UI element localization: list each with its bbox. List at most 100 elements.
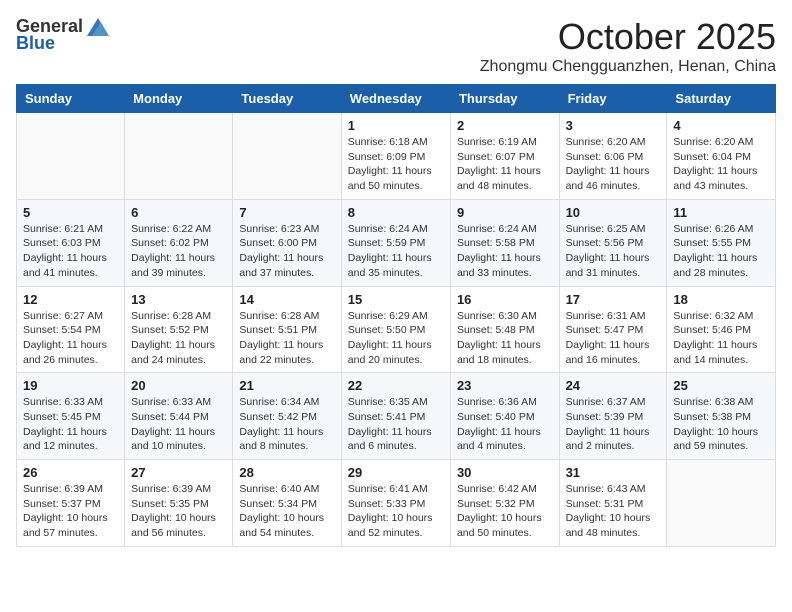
calendar-day-9: 9 Sunrise: 6:24 AM Sunset: 5:58 PM Daylig…	[450, 199, 559, 286]
day-info: Sunrise: 6:32 AM Sunset: 5:46 PM Dayligh…	[673, 309, 769, 368]
day-info: Sunrise: 6:24 AM Sunset: 5:59 PM Dayligh…	[348, 222, 444, 281]
day-number: 5	[23, 205, 118, 220]
day-info: Sunrise: 6:38 AM Sunset: 5:38 PM Dayligh…	[673, 395, 769, 454]
day-number: 14	[239, 292, 334, 307]
day-number: 28	[239, 465, 334, 480]
calendar-day-12: 12 Sunrise: 6:27 AM Sunset: 5:54 PM Dayli…	[17, 286, 125, 373]
day-info: Sunrise: 6:33 AM Sunset: 5:45 PM Dayligh…	[23, 395, 118, 454]
calendar-week-row: 26Sunrise: 6:39 AM Sunset: 5:37 PM Dayli…	[17, 460, 776, 547]
calendar-day-26: 26Sunrise: 6:39 AM Sunset: 5:37 PM Dayli…	[17, 460, 125, 547]
calendar-day-13: 13 Sunrise: 6:28 AM Sunset: 5:52 PM Dayli…	[125, 286, 233, 373]
day-number: 18	[673, 292, 769, 307]
title-section: October 2025 Zhongmu Chengguanzhen, Hena…	[480, 16, 776, 76]
day-number: 31	[566, 465, 661, 480]
calendar-empty-cell	[667, 460, 776, 547]
day-number: 30	[457, 465, 553, 480]
calendar-day-29: 29Sunrise: 6:41 AM Sunset: 5:33 PM Dayli…	[341, 460, 450, 547]
day-number: 21	[239, 378, 334, 393]
day-number: 17	[566, 292, 661, 307]
calendar-day-15: 15Sunrise: 6:29 AM Sunset: 5:50 PM Dayli…	[341, 286, 450, 373]
calendar-day-11: 11 Sunrise: 6:26 AM Sunset: 5:55 PM Dayli…	[667, 199, 776, 286]
day-number: 12	[23, 292, 118, 307]
calendar-week-row: 1Sunrise: 6:18 AM Sunset: 6:09 PM Daylig…	[17, 113, 776, 200]
calendar-day-24: 24Sunrise: 6:37 AM Sunset: 5:39 PM Dayli…	[559, 373, 667, 460]
weekday-header-thursday: Thursday	[450, 85, 559, 113]
month-title: October 2025	[480, 16, 776, 58]
calendar-day-8: 8 Sunrise: 6:24 AM Sunset: 5:59 PM Daylig…	[341, 199, 450, 286]
day-info: Sunrise: 6:34 AM Sunset: 5:42 PM Dayligh…	[239, 395, 334, 454]
day-info: Sunrise: 6:27 AM Sunset: 5:54 PM Dayligh…	[23, 309, 118, 368]
logo-icon	[87, 18, 109, 36]
day-number: 16	[457, 292, 553, 307]
weekday-header-tuesday: Tuesday	[233, 85, 341, 113]
day-info: Sunrise: 6:39 AM Sunset: 5:35 PM Dayligh…	[131, 482, 226, 541]
logo-blue-text: Blue	[16, 33, 55, 54]
calendar-week-row: 12 Sunrise: 6:27 AM Sunset: 5:54 PM Dayli…	[17, 286, 776, 373]
day-info: Sunrise: 6:19 AM Sunset: 6:07 PM Dayligh…	[457, 135, 553, 194]
day-number: 19	[23, 378, 118, 393]
calendar-table: SundayMondayTuesdayWednesdayThursdayFrid…	[16, 84, 776, 547]
day-number: 9	[457, 205, 553, 220]
day-number: 26	[23, 465, 118, 480]
calendar-empty-cell	[17, 113, 125, 200]
day-number: 25	[673, 378, 769, 393]
day-number: 11	[673, 205, 769, 220]
calendar-day-28: 28 Sunrise: 6:40 AM Sunset: 5:34 PM Dayli…	[233, 460, 341, 547]
day-number: 24	[566, 378, 661, 393]
day-number: 6	[131, 205, 226, 220]
day-number: 2	[457, 118, 553, 133]
day-info: Sunrise: 6:42 AM Sunset: 5:32 PM Dayligh…	[457, 482, 553, 541]
day-info: Sunrise: 6:35 AM Sunset: 5:41 PM Dayligh…	[348, 395, 444, 454]
day-info: Sunrise: 6:43 AM Sunset: 5:31 PM Dayligh…	[566, 482, 661, 541]
calendar-day-20: 20 Sunrise: 6:33 AM Sunset: 5:44 PM Dayli…	[125, 373, 233, 460]
weekday-header-friday: Friday	[559, 85, 667, 113]
weekday-header-monday: Monday	[125, 85, 233, 113]
day-info: Sunrise: 6:24 AM Sunset: 5:58 PM Dayligh…	[457, 222, 553, 281]
day-info: Sunrise: 6:20 AM Sunset: 6:04 PM Dayligh…	[673, 135, 769, 194]
calendar-day-7: 7 Sunrise: 6:23 AM Sunset: 6:00 PM Daylig…	[233, 199, 341, 286]
calendar-day-16: 16 Sunrise: 6:30 AM Sunset: 5:48 PM Dayli…	[450, 286, 559, 373]
calendar-day-27: 27 Sunrise: 6:39 AM Sunset: 5:35 PM Dayli…	[125, 460, 233, 547]
calendar-day-21: 21 Sunrise: 6:34 AM Sunset: 5:42 PM Dayli…	[233, 373, 341, 460]
day-info: Sunrise: 6:21 AM Sunset: 6:03 PM Dayligh…	[23, 222, 118, 281]
page-header: General Blue October 2025 Zhongmu Chengg…	[16, 16, 776, 76]
calendar-week-row: 19 Sunrise: 6:33 AM Sunset: 5:45 PM Dayli…	[17, 373, 776, 460]
day-number: 3	[566, 118, 661, 133]
day-info: Sunrise: 6:40 AM Sunset: 5:34 PM Dayligh…	[239, 482, 334, 541]
day-info: Sunrise: 6:29 AM Sunset: 5:50 PM Dayligh…	[348, 309, 444, 368]
day-number: 7	[239, 205, 334, 220]
day-number: 13	[131, 292, 226, 307]
calendar-day-18: 18 Sunrise: 6:32 AM Sunset: 5:46 PM Dayli…	[667, 286, 776, 373]
day-info: Sunrise: 6:20 AM Sunset: 6:06 PM Dayligh…	[566, 135, 661, 194]
day-info: Sunrise: 6:28 AM Sunset: 5:51 PM Dayligh…	[239, 309, 334, 368]
day-info: Sunrise: 6:31 AM Sunset: 5:47 PM Dayligh…	[566, 309, 661, 368]
calendar-week-row: 5 Sunrise: 6:21 AM Sunset: 6:03 PM Daylig…	[17, 199, 776, 286]
calendar-day-6: 6Sunrise: 6:22 AM Sunset: 6:02 PM Daylig…	[125, 199, 233, 286]
logo: General Blue	[16, 16, 109, 54]
day-number: 20	[131, 378, 226, 393]
calendar-day-4: 4Sunrise: 6:20 AM Sunset: 6:04 PM Daylig…	[667, 113, 776, 200]
calendar-day-10: 10Sunrise: 6:25 AM Sunset: 5:56 PM Dayli…	[559, 199, 667, 286]
calendar-day-19: 19 Sunrise: 6:33 AM Sunset: 5:45 PM Dayli…	[17, 373, 125, 460]
calendar-day-2: 2 Sunrise: 6:19 AM Sunset: 6:07 PM Daylig…	[450, 113, 559, 200]
day-info: Sunrise: 6:28 AM Sunset: 5:52 PM Dayligh…	[131, 309, 226, 368]
calendar-day-22: 22 Sunrise: 6:35 AM Sunset: 5:41 PM Dayli…	[341, 373, 450, 460]
day-info: Sunrise: 6:41 AM Sunset: 5:33 PM Dayligh…	[348, 482, 444, 541]
day-info: Sunrise: 6:25 AM Sunset: 5:56 PM Dayligh…	[566, 222, 661, 281]
calendar-day-23: 23Sunrise: 6:36 AM Sunset: 5:40 PM Dayli…	[450, 373, 559, 460]
day-info: Sunrise: 6:26 AM Sunset: 5:55 PM Dayligh…	[673, 222, 769, 281]
day-number: 27	[131, 465, 226, 480]
weekday-header-wednesday: Wednesday	[341, 85, 450, 113]
calendar-header-row: SundayMondayTuesdayWednesdayThursdayFrid…	[17, 85, 776, 113]
day-number: 22	[348, 378, 444, 393]
day-info: Sunrise: 6:30 AM Sunset: 5:48 PM Dayligh…	[457, 309, 553, 368]
calendar-empty-cell	[125, 113, 233, 200]
calendar-day-17: 17 Sunrise: 6:31 AM Sunset: 5:47 PM Dayli…	[559, 286, 667, 373]
day-number: 8	[348, 205, 444, 220]
calendar-day-14: 14 Sunrise: 6:28 AM Sunset: 5:51 PM Dayli…	[233, 286, 341, 373]
day-info: Sunrise: 6:33 AM Sunset: 5:44 PM Dayligh…	[131, 395, 226, 454]
calendar-day-25: 25 Sunrise: 6:38 AM Sunset: 5:38 PM Dayli…	[667, 373, 776, 460]
day-info: Sunrise: 6:23 AM Sunset: 6:00 PM Dayligh…	[239, 222, 334, 281]
calendar-day-31: 31 Sunrise: 6:43 AM Sunset: 5:31 PM Dayli…	[559, 460, 667, 547]
weekday-header-sunday: Sunday	[17, 85, 125, 113]
